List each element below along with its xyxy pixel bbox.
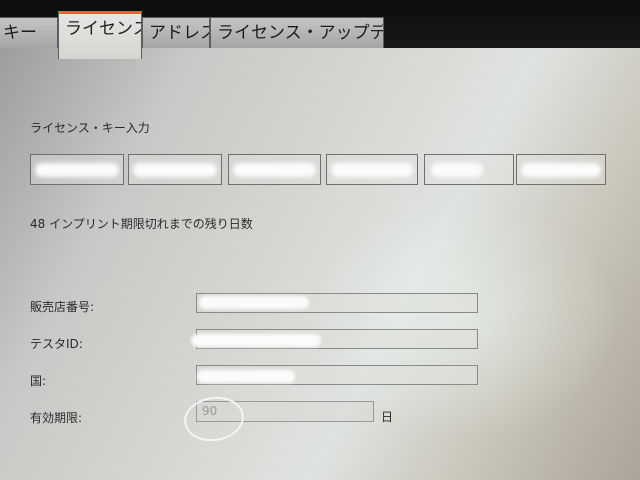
tab-address[interactable]: アドレス: [142, 17, 210, 48]
license-key-field-3[interactable]: [228, 154, 321, 185]
redaction-mark: [133, 163, 217, 177]
country-label: 国:: [30, 374, 47, 388]
redaction-mark: [35, 163, 119, 177]
tab-key[interactable]: キー: [0, 17, 58, 48]
license-key-field-1[interactable]: [30, 154, 124, 185]
tab-license[interactable]: ライセンス: [58, 11, 142, 59]
tab-license-label: ライセンス: [65, 19, 142, 39]
license-key-heading: ライセンス・キー入力: [30, 121, 150, 135]
license-key-field-4[interactable]: [326, 154, 418, 185]
license-key-field-2[interactable]: [128, 154, 222, 185]
redaction-mark: [197, 370, 295, 383]
validity-label: 有効期限:: [30, 411, 83, 425]
country-field[interactable]: [196, 365, 478, 385]
tab-license-update[interactable]: ライセンス・アップデート: [210, 17, 384, 48]
validity-unit: 日: [381, 410, 394, 424]
remaining-days-text: 48 インプリント期限切れまでの残り日数: [30, 217, 253, 231]
redaction-mark: [331, 163, 413, 177]
tab-key-label: キー: [3, 23, 37, 43]
tester-id-field[interactable]: [191, 329, 478, 349]
redaction-mark: [233, 163, 316, 177]
dealer-number-field[interactable]: [196, 293, 478, 313]
redaction-mark: [521, 163, 601, 177]
tab-address-label: アドレス: [149, 23, 209, 43]
license-key-field-5[interactable]: [424, 154, 514, 185]
redaction-mark: [191, 334, 321, 347]
tab-license-update-label: ライセンス・アップデート: [217, 23, 383, 43]
dealer-number-label: 販売店番号:: [30, 300, 95, 314]
redaction-mark: [199, 296, 309, 309]
license-key-field-6[interactable]: [516, 154, 606, 185]
tester-id-label: テスタID:: [30, 337, 83, 351]
redaction-mark: [431, 163, 483, 177]
